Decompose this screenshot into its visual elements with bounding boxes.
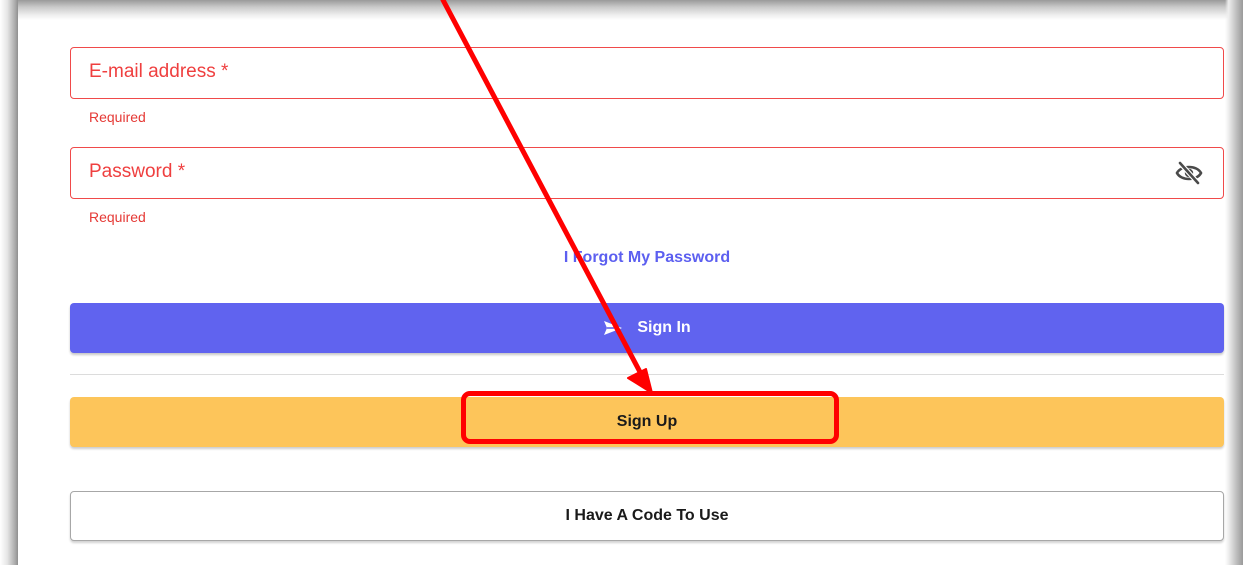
forgot-password-link[interactable]: I Forgot My Password — [70, 249, 1224, 267]
password-field-label: Password * — [89, 161, 186, 182]
email-field[interactable]: E-mail address * — [70, 47, 1224, 99]
screenshot-shadow-top — [0, 0, 1243, 20]
password-required-message: Required — [89, 209, 146, 225]
use-code-label: I Have A Code To Use — [565, 507, 729, 524]
email-required-message: Required — [89, 109, 146, 125]
sign-in-form-screenshot: E-mail address * Required Password * Req… — [0, 0, 1243, 565]
eye-off-icon[interactable] — [1175, 160, 1203, 186]
use-code-button[interactable]: I Have A Code To Use — [70, 491, 1224, 541]
screenshot-shadow-right — [1225, 0, 1243, 565]
sign-in-button[interactable]: Sign In — [70, 303, 1224, 353]
send-icon — [604, 321, 623, 335]
sign-in-label: Sign In — [637, 319, 691, 336]
password-field[interactable]: Password * — [70, 147, 1224, 199]
sign-up-label: Sign Up — [616, 413, 678, 430]
sign-up-button[interactable]: Sign Up — [70, 397, 1224, 447]
divider — [70, 374, 1224, 375]
email-field-label: E-mail address * — [89, 61, 229, 82]
screenshot-shadow-left — [0, 0, 18, 565]
